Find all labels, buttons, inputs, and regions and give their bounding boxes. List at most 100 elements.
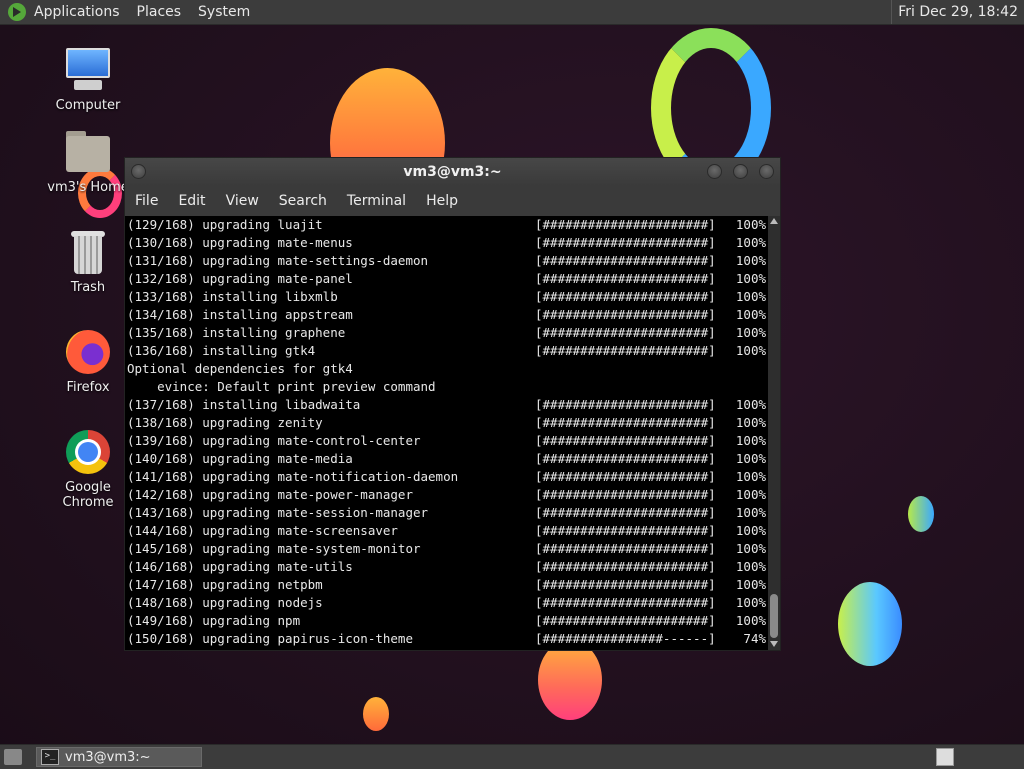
- terminal-window: vm3@vm3:~ File Edit View Search Terminal…: [124, 157, 781, 651]
- progress-bar-text: [######################]: [535, 595, 716, 610]
- terminal-line: (129/168) upgrading luajit [#############…: [125, 216, 768, 234]
- desktop-icon-firefox[interactable]: Firefox: [40, 328, 136, 395]
- progress-percent: 100%: [735, 343, 766, 358]
- scroll-down-arrow-icon[interactable]: [770, 641, 778, 647]
- desktop-icon-label: Google Chrome: [62, 480, 114, 510]
- menu-file[interactable]: File: [125, 193, 168, 209]
- terminal-line: (133/168) installing libxmlb [###########…: [125, 288, 768, 306]
- window-titlebar[interactable]: vm3@vm3:~: [125, 158, 780, 186]
- scrollbar-thumb[interactable]: [770, 594, 778, 638]
- terminal-line: (145/168) upgrading mate-system-monitor […: [125, 540, 768, 558]
- wallpaper-blue-blob: [838, 582, 902, 666]
- terminal-line-text: (130/168) upgrading mate-menus: [127, 235, 353, 250]
- progress-percent: 100%: [735, 325, 766, 340]
- terminal-line-text: (136/168) installing gtk4: [127, 343, 316, 358]
- terminal-line-text: (129/168) upgrading luajit: [127, 217, 323, 232]
- terminal-line: (141/168) upgrading mate-notification-da…: [125, 468, 768, 486]
- menu-applications[interactable]: Applications: [32, 4, 129, 20]
- window-menu-button[interactable]: [131, 164, 146, 179]
- terminal-line: Optional dependencies for gtk4: [125, 360, 768, 378]
- terminal-line-text: evince: Default print preview command: [127, 379, 436, 394]
- desktop-icon-home[interactable]: vm3's Home: [40, 128, 136, 195]
- progress-percent: 100%: [735, 541, 766, 556]
- terminal-line: (147/168) upgrading netpbm [#############…: [125, 576, 768, 594]
- terminal-line: (143/168) upgrading mate-session-manager…: [125, 504, 768, 522]
- terminal-menubar: File Edit View Search Terminal Help: [125, 186, 780, 216]
- desktop-icon-trash[interactable]: Trash: [40, 228, 136, 295]
- terminal-line-text: (142/168) upgrading mate-power-manager: [127, 487, 413, 502]
- desktop-icon-label: Computer: [55, 98, 121, 113]
- terminal-line-text: (146/168) upgrading mate-utils: [127, 559, 353, 574]
- wallpaper-blue-blob-small: [908, 496, 934, 532]
- terminal-line: (148/168) upgrading nodejs [#############…: [125, 594, 768, 612]
- desktop-icon-chrome[interactable]: Google Chrome: [40, 428, 136, 510]
- terminal-line: (149/168) upgrading npm [################…: [125, 612, 768, 630]
- terminal-line-text: (147/168) upgrading netpbm: [127, 577, 323, 592]
- desktop-icon-label: Firefox: [66, 380, 110, 395]
- progress-bar-text: [######################]: [535, 613, 716, 628]
- menu-terminal[interactable]: Terminal: [337, 193, 416, 209]
- mate-logo-icon[interactable]: [8, 3, 26, 21]
- terminal-line: (140/168) upgrading mate-media [#########…: [125, 450, 768, 468]
- terminal-line: (132/168) upgrading mate-panel [#########…: [125, 270, 768, 288]
- progress-bar-text: [######################]: [535, 289, 716, 304]
- progress-bar-text: [######################]: [535, 487, 716, 502]
- menu-places[interactable]: Places: [129, 4, 191, 20]
- terminal-line: (135/168) installing graphene [##########…: [125, 324, 768, 342]
- progress-percent: 100%: [735, 433, 766, 448]
- progress-bar-text: [######################]: [535, 523, 716, 538]
- progress-percent: 100%: [735, 397, 766, 412]
- top-panel: Applications Places System Fri Dec 29, 1…: [0, 0, 1024, 25]
- progress-percent: 100%: [735, 523, 766, 538]
- wallpaper-pink-blob: [538, 640, 602, 720]
- menu-view[interactable]: View: [216, 193, 269, 209]
- progress-bar-text: [######################]: [535, 469, 716, 484]
- workspace-switcher-icon[interactable]: [936, 748, 954, 766]
- firefox-icon: [64, 328, 112, 376]
- terminal-line-text: (143/168) upgrading mate-session-manager: [127, 505, 429, 520]
- terminal-line-text: (138/168) upgrading zenity: [127, 415, 323, 430]
- taskbar-item-label: vm3@vm3:~: [65, 749, 151, 765]
- terminal-line-text: (139/168) upgrading mate-control-center: [127, 433, 421, 448]
- close-button[interactable]: [759, 164, 774, 179]
- trash-icon: [64, 228, 112, 276]
- terminal-line-text: (132/168) upgrading mate-panel: [127, 271, 353, 286]
- scroll-up-arrow-icon[interactable]: [770, 218, 778, 224]
- maximize-button[interactable]: [733, 164, 748, 179]
- taskbar-item-terminal[interactable]: >_ vm3@vm3:~: [36, 747, 202, 767]
- progress-percent: 100%: [735, 271, 766, 286]
- terminal-line: evince: Default print preview command: [125, 378, 768, 396]
- minimize-button[interactable]: [707, 164, 722, 179]
- terminal-output[interactable]: (129/168) upgrading luajit [#############…: [125, 216, 768, 650]
- progress-bar-text: [######################]: [535, 577, 716, 592]
- terminal-scrollbar[interactable]: [768, 216, 780, 650]
- progress-percent: 100%: [735, 559, 766, 574]
- terminal-line-text: (137/168) installing libadwaita: [127, 397, 361, 412]
- progress-bar-text: [######################]: [535, 433, 716, 448]
- terminal-line-text: (150/168) upgrading papirus-icon-theme: [127, 631, 413, 646]
- progress-bar-text: [######################]: [535, 235, 716, 250]
- progress-percent: 100%: [735, 469, 766, 484]
- progress-bar-text: [######################]: [535, 559, 716, 574]
- menu-search[interactable]: Search: [269, 193, 337, 209]
- progress-bar-text: [######################]: [535, 253, 716, 268]
- terminal-line: (131/168) upgrading mate-settings-daemon…: [125, 252, 768, 270]
- desktop-icon-computer[interactable]: Computer: [40, 46, 136, 113]
- menu-edit[interactable]: Edit: [168, 193, 215, 209]
- terminal-line-text: (144/168) upgrading mate-screensaver: [127, 523, 398, 538]
- progress-percent: 100%: [735, 235, 766, 250]
- progress-bar-text: [######################]: [535, 343, 716, 358]
- clock[interactable]: Fri Dec 29, 18:42: [891, 0, 1024, 24]
- show-desktop-icon[interactable]: [4, 749, 22, 765]
- terminal-line: (142/168) upgrading mate-power-manager [#…: [125, 486, 768, 504]
- menu-system[interactable]: System: [190, 4, 259, 20]
- terminal-line-text: (141/168) upgrading mate-notification-da…: [127, 469, 459, 484]
- terminal-line-text: (149/168) upgrading npm: [127, 613, 301, 628]
- terminal-icon: >_: [41, 749, 59, 765]
- progress-percent: 100%: [735, 307, 766, 322]
- desktop-icon-label: Trash: [70, 280, 106, 295]
- terminal-line: (137/168) installing libadwaita [########…: [125, 396, 768, 414]
- menu-help[interactable]: Help: [416, 193, 468, 209]
- progress-percent: 100%: [735, 415, 766, 430]
- progress-bar-text: [################------]: [535, 631, 716, 646]
